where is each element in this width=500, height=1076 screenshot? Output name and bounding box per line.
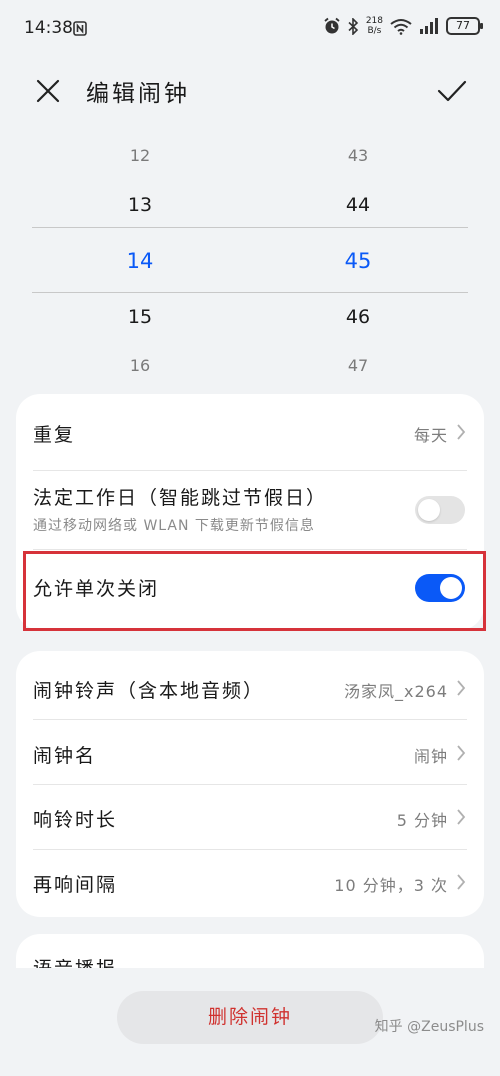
alarm-clock-icon <box>324 17 340 34</box>
workday-label: 法定工作日（智能跳过节假日） <box>33 487 328 509</box>
workday-toggle[interactable] <box>415 496 465 524</box>
check-icon[interactable] <box>436 76 468 106</box>
network-speed-unit: B/s <box>367 26 382 36</box>
repeat-label: 重复 <box>33 424 76 446</box>
wifi-icon <box>390 18 412 35</box>
alarm-name-value: 闹钟 <box>413 747 448 766</box>
network-speed-value: 218 <box>365 16 383 26</box>
snooze-interval-value: 10 分钟，3 次 <box>334 876 448 895</box>
alarm-options-card: 闹钟铃声（含本地音频） 汤家凤_x264 闹钟名 闹钟 响铃时长 5 分钟 再响… <box>16 651 484 917</box>
ring-duration-value: 5 分钟 <box>396 811 448 830</box>
minute-wheel[interactable]: 43 44 45 46 47 <box>298 130 418 392</box>
snooze-interval-label: 再响间隔 <box>33 874 118 896</box>
nfc-icon <box>73 21 87 36</box>
status-bar: 14:38 218 B/s 77 <box>0 0 500 60</box>
single-close-label: 允许单次关闭 <box>33 578 160 600</box>
ringtone-row[interactable]: 闹钟铃声（含本地音频） 汤家凤_x264 <box>16 651 484 719</box>
minute-selected[interactable]: 45 <box>298 249 418 273</box>
snooze-interval-row[interactable]: 再响间隔 10 分钟，3 次 <box>16 850 484 917</box>
minute-option[interactable]: 44 <box>298 194 418 216</box>
page-title: 编辑闹钟 <box>86 81 190 107</box>
repeat-row[interactable]: 重复 每天 <box>16 394 484 470</box>
chevron-right-icon <box>457 874 466 890</box>
chevron-right-icon <box>457 424 466 440</box>
hour-option[interactable]: 16 <box>80 356 200 375</box>
hour-option[interactable]: 12 <box>80 146 200 165</box>
toggle-knob <box>418 499 440 521</box>
delete-alarm-button[interactable]: 删除闹钟 <box>117 991 383 1044</box>
network-speed: 218 B/s <box>366 16 383 36</box>
repeat-value: 每天 <box>413 426 448 445</box>
minute-option[interactable]: 43 <box>298 146 418 165</box>
picker-selection-line-bottom <box>32 292 468 293</box>
workday-subtitle: 通过移动网络或 WLAN 下载更新节假信息 <box>33 518 315 534</box>
signal-icon <box>420 18 438 34</box>
edit-alarm-screen: 14:38 218 B/s 77 编辑闹钟 12 13 14 15 16 43 … <box>0 0 500 1076</box>
toggle-knob <box>440 577 462 599</box>
ringtone-value: 汤家凤_x264 <box>343 682 448 701</box>
hour-option[interactable]: 13 <box>80 194 200 216</box>
watermark: 知乎 @ZeusPlus <box>374 1019 484 1035</box>
chevron-right-icon <box>457 745 466 761</box>
time-picker: 12 13 14 15 16 43 44 45 46 47 <box>0 130 500 392</box>
bluetooth-icon <box>348 17 358 35</box>
status-time: 14:38 <box>24 18 73 38</box>
alarm-name-label: 闹钟名 <box>33 745 97 767</box>
single-close-row[interactable]: 允许单次关闭 <box>16 550 484 630</box>
close-icon[interactable] <box>33 76 63 106</box>
header: 编辑闹钟 <box>0 62 500 118</box>
settings-card: 重复 每天 法定工作日（智能跳过节假日） 通过移动网络或 WLAN 下载更新节假… <box>16 394 484 630</box>
chevron-right-icon <box>457 680 466 696</box>
hour-selected[interactable]: 14 <box>80 249 200 273</box>
battery-indicator: 77 <box>446 17 483 35</box>
ringtone-label: 闹钟铃声（含本地音频） <box>33 680 265 702</box>
ring-duration-row[interactable]: 响铃时长 5 分钟 <box>16 785 484 849</box>
status-icons: 218 B/s 77 <box>323 16 483 36</box>
hour-wheel[interactable]: 12 13 14 15 16 <box>80 130 200 392</box>
ring-duration-label: 响铃时长 <box>33 809 118 831</box>
hour-option[interactable]: 15 <box>80 306 200 328</box>
picker-selection-line-top <box>32 227 468 228</box>
chevron-right-icon <box>457 809 466 825</box>
workday-row[interactable]: 法定工作日（智能跳过节假日） 通过移动网络或 WLAN 下载更新节假信息 <box>16 471 484 549</box>
minute-option[interactable]: 47 <box>298 356 418 375</box>
alarm-name-row[interactable]: 闹钟名 闹钟 <box>16 720 484 784</box>
minute-option[interactable]: 46 <box>298 306 418 328</box>
single-close-toggle[interactable] <box>415 574 465 602</box>
